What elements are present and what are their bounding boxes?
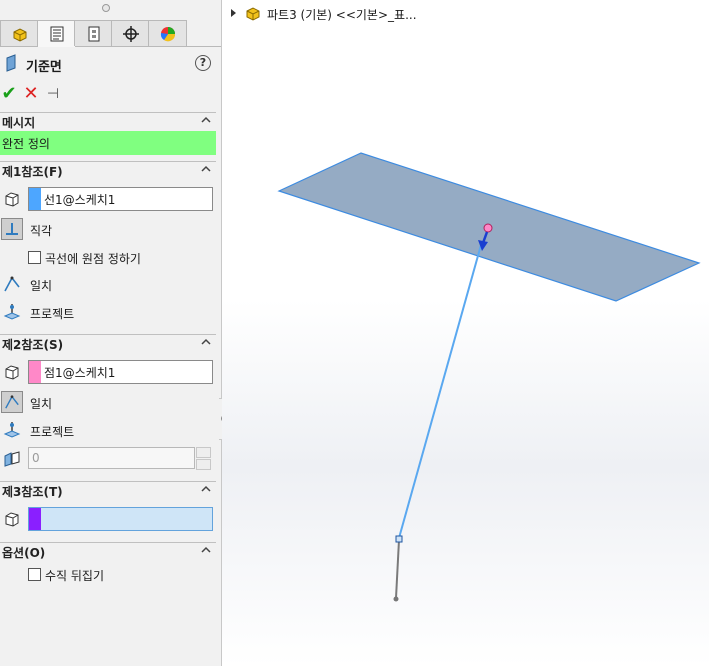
plane-icon	[6, 54, 16, 72]
ref1-section-header[interactable]: 제1참조(F)	[0, 161, 216, 180]
ref3-color-swatch	[29, 508, 41, 530]
coincident-icon	[5, 395, 19, 409]
ref1-header-label: 제1참조(F)	[2, 165, 63, 179]
pin-button[interactable]: ⊣	[44, 84, 62, 104]
coincident-icon	[4, 276, 20, 292]
appearance-icon	[160, 26, 175, 41]
ref2-value: 점1@스케치1	[44, 366, 116, 380]
sketch-point-marker[interactable]	[483, 223, 493, 233]
ref2-select-icon[interactable]	[1, 361, 23, 383]
project-label: 프로젝트	[30, 307, 75, 321]
panel-grip[interactable]	[102, 4, 110, 12]
feature-title: 기준면	[26, 60, 62, 75]
ref3-section-header[interactable]: 제3참조(T)	[0, 481, 216, 500]
perpendicular-button[interactable]	[1, 218, 23, 240]
tab-dimxpert[interactable]	[111, 20, 150, 46]
spin-down-button[interactable]	[196, 459, 211, 470]
sketch-line[interactable]	[398, 244, 482, 539]
help-icon[interactable]: ?	[195, 55, 211, 71]
message-box: 완전 정의	[0, 131, 216, 155]
sketch-line-lower[interactable]	[395, 539, 400, 599]
project-icon	[3, 422, 21, 438]
cancel-button[interactable]: ✕	[22, 84, 40, 104]
ref1-select-icon[interactable]	[1, 188, 23, 210]
ref1-value: 선1@스케치1	[44, 193, 116, 207]
tab-display-manager[interactable]	[148, 20, 187, 46]
ref2-project-button[interactable]	[1, 418, 23, 440]
spin-up-button[interactable]	[196, 447, 211, 458]
message-text: 완전 정의	[2, 137, 50, 151]
ref2-color-swatch	[29, 361, 41, 383]
collapse-chevron-icon	[201, 338, 211, 345]
tab-configuration[interactable]	[74, 20, 113, 46]
options-section-header[interactable]: 옵션(O)	[0, 542, 216, 561]
flip-normal-checkbox[interactable]	[28, 568, 41, 581]
offset-distance-input[interactable]: 0	[28, 447, 195, 469]
collapse-chevron-icon	[201, 546, 211, 553]
ok-button[interactable]: ✔	[0, 84, 18, 104]
message-header-label: 메시지	[2, 116, 36, 130]
collapse-chevron-icon	[201, 485, 211, 492]
set-origin-label: 곡선에 원점 정하기	[45, 252, 141, 266]
ref3-selection-box[interactable]	[28, 507, 213, 531]
tab-feature-tree[interactable]	[0, 20, 39, 46]
graphics-viewport[interactable]: 파트3 (기본) <<기본>_표...	[222, 0, 709, 666]
ref1-color-swatch	[29, 188, 41, 210]
perpendicular-icon	[6, 223, 18, 235]
sketch-bottom-point[interactable]	[393, 596, 399, 602]
ref2-header-label: 제2참조(S)	[2, 338, 64, 352]
feature-header: 기준면 ?	[0, 52, 221, 76]
ref2-project-label: 프로젝트	[30, 425, 75, 439]
project-button[interactable]	[1, 300, 23, 322]
ref2-section-header[interactable]: 제2참조(S)	[0, 334, 216, 353]
sketch-endpoint-marker[interactable]	[395, 535, 403, 543]
collapse-chevron-icon	[201, 165, 211, 172]
offset-distance-icon	[1, 447, 23, 469]
ref2-coincident-button[interactable]	[1, 391, 23, 413]
ref3-select-icon[interactable]	[1, 508, 23, 530]
set-origin-checkbox[interactable]	[28, 251, 41, 264]
action-buttons: ✔ ✕ ⊣	[0, 84, 221, 106]
ref3-header-label: 제3참조(T)	[2, 485, 63, 499]
ref2-selection-box[interactable]: 점1@스케치1	[28, 360, 213, 384]
flip-normal-label: 수직 뒤집기	[45, 569, 105, 583]
coincident-button[interactable]	[1, 273, 23, 295]
offset-value: 0	[32, 451, 40, 465]
property-manager-panel: 기준면 ? ✔ ✕ ⊣ 메시지 완전 정의 제1참조(F) 선1@스케치1 직각…	[0, 0, 222, 666]
collapse-chevron-icon	[201, 116, 211, 123]
ref2-coincident-label: 일치	[30, 397, 53, 411]
part-icon	[13, 27, 26, 42]
crosshair-icon	[122, 25, 139, 42]
ref1-selection-box[interactable]: 선1@스케치1	[28, 187, 213, 211]
property-manager-icon	[50, 26, 63, 42]
model-view-svg	[277, 152, 701, 602]
perpendicular-label: 직각	[30, 224, 53, 238]
tab-property-manager[interactable]	[37, 20, 76, 47]
config-icon	[88, 26, 99, 41]
coincident-label: 일치	[30, 279, 53, 293]
message-section-header[interactable]: 메시지	[0, 112, 216, 131]
manager-tabs	[0, 18, 221, 47]
options-header-label: 옵션(O)	[2, 546, 46, 560]
offset-spinner[interactable]	[196, 447, 211, 470]
project-icon	[3, 304, 21, 320]
